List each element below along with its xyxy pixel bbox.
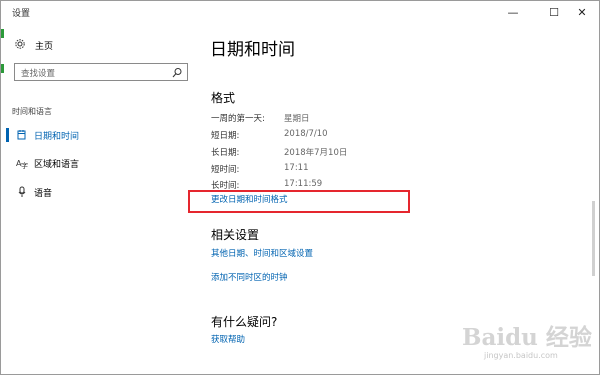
format-row-short-date: 短日期: 2018/7/10	[211, 129, 451, 143]
format-key: 短日期:	[211, 131, 240, 141]
sidebar-item-speech[interactable]: 语音	[1, 181, 201, 203]
format-key: 短时间:	[211, 165, 240, 175]
format-value: 2018年7月10日	[284, 148, 348, 158]
search-input[interactable]: 查找设置	[14, 63, 188, 81]
edge-marker	[1, 29, 4, 38]
gear-icon	[14, 38, 28, 53]
home-label: 主页	[35, 41, 54, 52]
home-nav-item[interactable]: 主页	[14, 37, 53, 53]
format-value: 2018/7/10	[284, 129, 328, 139]
edge-marker	[1, 64, 4, 73]
get-help-link[interactable]: 获取帮助	[211, 333, 245, 345]
add-clocks-link[interactable]: 添加不同时区的时钟	[211, 271, 288, 283]
watermark-logo: Baidu 经验	[462, 324, 592, 351]
sidebar-item-label: 日期和时间	[34, 131, 80, 142]
format-row-short-time: 短时间: 17:11	[211, 163, 451, 177]
close-button[interactable]: ✕	[565, 1, 599, 23]
svg-text:字: 字	[21, 161, 28, 169]
window-title: 设置	[12, 9, 31, 19]
calendar-clock-icon	[16, 128, 28, 142]
format-value: 17:11:59	[284, 179, 323, 189]
title-bar: 设置 — ☐ ✕	[1, 1, 599, 23]
sidebar-group-label: 时间和语言	[12, 107, 52, 116]
search-icon[interactable]	[171, 65, 183, 79]
page-title: 日期和时间	[210, 40, 295, 60]
format-value: 17:11	[284, 163, 309, 173]
sidebar-item-label: 语音	[34, 188, 53, 199]
sidebar-item-label: 区域和语言	[34, 159, 80, 170]
minimize-button[interactable]: —	[496, 1, 530, 23]
region-language-icon: A 字	[16, 156, 28, 170]
search-placeholder: 查找设置	[21, 69, 56, 79]
format-section-title: 格式	[211, 91, 236, 105]
related-settings-title: 相关设置	[211, 228, 260, 242]
active-indicator	[6, 128, 9, 142]
format-row-first-day: 一周的第一天: 星期日	[211, 112, 451, 126]
format-value: 星期日	[284, 114, 310, 124]
format-key: 长日期:	[211, 148, 240, 158]
microphone-icon	[16, 185, 28, 199]
format-key: 一周的第一天:	[211, 114, 265, 124]
help-section-title: 有什么疑问?	[211, 315, 278, 329]
format-row-long-date: 长日期: 2018年7月10日	[211, 146, 451, 160]
other-date-time-region-link[interactable]: 其他日期、时间和区域设置	[211, 247, 313, 259]
sidebar-item-region-language[interactable]: A 字 区域和语言	[1, 152, 201, 174]
sidebar-item-date-time[interactable]: 日期和时间	[1, 124, 201, 146]
watermark-url: jingyan.baidu.com	[484, 351, 558, 360]
scrollbar[interactable]	[592, 201, 595, 276]
watermark: Baidu 经验 jingyan.baidu.com	[462, 318, 592, 368]
sidebar: 主页 查找设置 时间和语言 日期和时间 A 字 区域和语言 语音	[1, 23, 201, 374]
highlight-annotation-box	[188, 190, 410, 213]
